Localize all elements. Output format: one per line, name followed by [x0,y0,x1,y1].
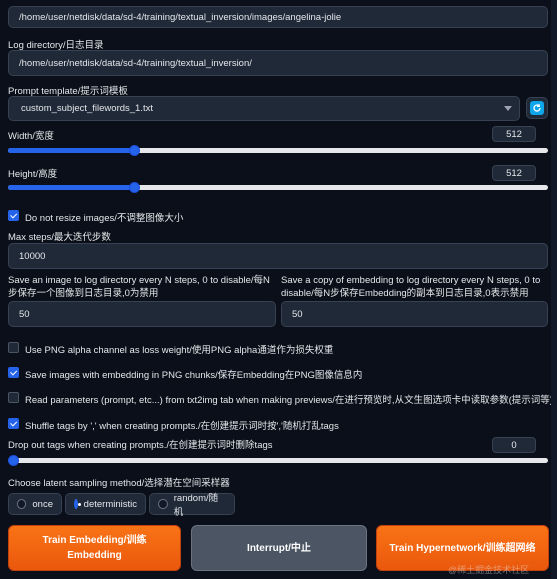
radio-random-dot [158,499,168,509]
refresh-icon [530,101,544,115]
interrupt-button[interactable]: Interrupt/中止 [191,525,367,571]
png-alpha-label: Use PNG alpha channel as loss weight/使用P… [25,345,334,356]
scrollbar[interactable] [551,0,557,579]
height-number-input[interactable]: 512 [492,165,536,181]
drop-out-slider-handle[interactable] [8,455,19,466]
prompt-template-label: Prompt template/提示词模板 [8,86,128,97]
save-png-chunks-label: Save images with embedding in PNG chunks… [25,370,363,381]
shuffle-tags-checkbox[interactable] [8,418,19,429]
train-embedding-label: Train Embedding/训练 Embedding [42,535,147,561]
height-slider-handle[interactable] [129,182,140,193]
watermark: @稀土掘金技术社区 [448,565,530,575]
save-image-every-label: Save an image to log directory every N s… [8,275,270,299]
train-hypernetwork-label: Train Hypernetwork/训练超网络 [389,542,536,554]
radio-once-dot [17,499,27,509]
log-directory-label: Log directory/日志目录 [8,40,104,51]
width-slider[interactable] [8,145,548,156]
chevron-down-icon[interactable] [504,106,512,111]
shuffle-tags-label: Shuffle tags by ',' when creating prompt… [25,421,339,432]
drop-out-label: Drop out tags when creating prompts./在创建… [8,440,273,451]
train-settings-panel: /home/user/netdisk/data/sd-4/training/te… [0,0,557,579]
save-png-chunks-checkbox[interactable] [8,367,19,378]
radio-random-label: random/随机 [173,493,219,518]
radio-deterministic-dot [74,499,81,509]
read-params-label: Read parameters (prompt, etc...) from tx… [25,395,553,406]
radio-deterministic[interactable]: deterministic [65,493,146,515]
png-alpha-checkbox[interactable] [8,342,19,353]
radio-once-label: once [32,498,53,510]
width-number-input[interactable]: 512 [492,126,536,142]
refresh-button[interactable] [526,97,548,119]
train-embedding-button[interactable]: Train Embedding/训练 Embedding [8,525,181,571]
do-not-resize-label: Do not resize images/不调整图像大小 [25,213,184,224]
save-embedding-every-input[interactable]: 50 [281,301,548,327]
radio-deterministic-label: deterministic [83,498,137,510]
drop-out-slider[interactable] [8,455,548,466]
width-slider-handle[interactable] [129,145,140,156]
width-label: Width/宽度 [8,131,54,142]
do-not-resize-checkbox[interactable] [8,210,19,221]
height-label: Height/高度 [8,169,58,180]
interrupt-label: Interrupt/中止 [247,542,311,554]
prompt-template-select[interactable]: custom_subject_filewords_1.txt [8,96,520,121]
dataset-directory-input[interactable]: /home/user/netdisk/data/sd-4/training/te… [8,6,548,28]
height-slider[interactable] [8,182,548,193]
prompt-template-value: custom_subject_filewords_1.txt [21,103,154,114]
drop-out-number-input[interactable]: 0 [492,437,536,453]
height-slider-fill [8,185,135,190]
width-slider-fill [8,148,135,153]
save-image-every-input[interactable]: 50 [8,301,276,327]
radio-random[interactable]: random/随机 [149,493,235,518]
max-steps-input[interactable]: 10000 [8,243,548,269]
save-embedding-every-label: Save a copy of embedding to log director… [281,275,541,299]
read-params-checkbox[interactable] [8,392,19,403]
max-steps-label: Max steps/最大迭代步数 [8,232,111,243]
radio-once[interactable]: once [8,493,62,515]
log-directory-input[interactable]: /home/user/netdisk/data/sd-4/training/te… [8,50,548,76]
latent-sampling-label: Choose latent sampling method/选择潜在空间采样器 [8,478,230,489]
